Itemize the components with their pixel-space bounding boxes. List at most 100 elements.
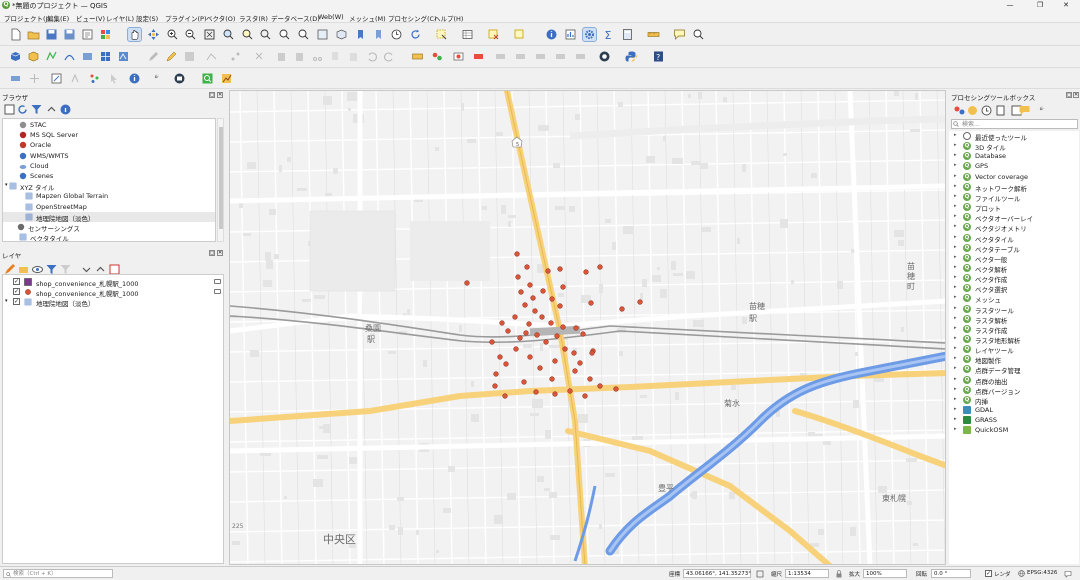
expand-arrow-icon[interactable]: ▸ [954,294,957,300]
toolbox-provider-item[interactable]: ▸ QuickOSM [949,425,1079,435]
cut-features-icon[interactable] [293,50,306,63]
add-selected-icon[interactable] [3,103,15,115]
menu-plugins[interactable]: プラグイン(P) [165,13,207,23]
rotation-field[interactable]: 0.0 ° [931,569,971,578]
info-icon[interactable] [128,72,141,85]
toolbox-provider-item[interactable]: ▸ Q ベクタ作成 [949,273,1079,284]
save-project-icon[interactable] [45,28,58,41]
edit-pencil-icon[interactable] [147,50,160,63]
convenience-store-point[interactable] [637,299,643,305]
refresh-icon[interactable] [409,28,422,41]
convenience-store-point[interactable] [499,320,505,326]
filter-legend-icon[interactable] [45,263,57,274]
scissors-icon[interactable] [311,50,324,63]
new-project-icon[interactable] [9,28,22,41]
scale-field[interactable]: 1:13534 [785,569,829,578]
expand-all-icon[interactable] [80,263,91,273]
add-group-icon[interactable] [17,263,28,273]
toolbox-provider-item[interactable]: ▸ GRASS [949,415,1079,425]
browser-item[interactable]: MS SQL Server [3,130,215,140]
comment-icon[interactable] [1018,104,1030,115]
expand-arrow-icon[interactable]: ▸ [954,416,957,422]
convenience-store-point[interactable] [573,325,579,331]
toolbox-provider-item[interactable]: ▸ Q 点群データ管理 [949,364,1079,375]
expand-arrow-icon[interactable]: ▾ [5,182,8,188]
style-manager-icon[interactable] [99,28,112,41]
toolbox-provider-item[interactable]: ▸ Q Database [949,151,1079,161]
convenience-store-point[interactable] [537,365,543,371]
float-layers-icon[interactable]: ◻ [209,250,215,256]
browser-item[interactable]: ▾ XYZ タイル [3,181,215,192]
qfield-search-icon[interactable] [201,72,214,85]
label-change-icon[interactable] [534,50,547,63]
toolbox-provider-item[interactable]: ▸ Q ラスタ作成 [949,324,1079,335]
convenience-store-point[interactable] [524,264,530,270]
convenience-store-point[interactable] [523,330,529,336]
temporal-clock-icon[interactable] [390,28,403,41]
convenience-store-point[interactable] [597,383,603,389]
expand-arrow-icon[interactable]: ▸ [954,244,957,250]
convenience-store-point[interactable] [532,308,538,314]
copy-features-icon[interactable] [329,50,342,63]
browser-scroll-thumb[interactable] [219,127,223,229]
toolbox-provider-item[interactable]: ▸ Q ファイルツール [949,192,1079,203]
browser-item[interactable]: OpenStreetMap [3,202,215,212]
expand-arrow-icon[interactable]: ▸ [954,223,957,229]
expand-arrow-icon[interactable]: ▸ [954,335,957,341]
browser-item[interactable]: センサーシングス [3,222,215,233]
render-checkbox[interactable]: ✓ [985,570,992,577]
expand-arrow-icon[interactable]: ▸ [954,132,957,138]
results-viewer-icon[interactable] [994,104,1005,116]
toolbox-options-icon[interactable] [1032,104,1044,115]
convenience-store-point[interactable] [554,333,560,339]
crs-globe-icon[interactable] [1018,570,1025,577]
pan-to-selection-icon[interactable] [147,28,160,41]
map-canvas[interactable]: 5 225 中央区 苗穂 駅 苗 穂 町 桑園 駅 豊平 菊水 東札幌 [229,90,946,565]
convenience-store-point[interactable] [526,321,532,327]
digitize-icon[interactable] [205,50,218,63]
layer-row[interactable]: ✓ shop_convenience_札幌駅_1000 [3,287,223,298]
menu-layer[interactable]: レイヤ(L) [106,13,134,23]
add-mesh-icon[interactable] [81,50,94,63]
new-geopackage-icon[interactable] [27,50,40,63]
expand-arrow-icon[interactable]: ▸ [954,254,957,260]
print-layout-icon[interactable] [81,28,94,41]
convenience-store-point[interactable] [548,320,554,326]
toolbox-provider-item[interactable]: ▸ Q ラスタ解析 [949,314,1079,325]
convenience-store-point[interactable] [518,289,524,295]
locator-search-input[interactable]: 検索（Ctrl + K） [3,569,113,578]
convenience-store-point[interactable] [557,266,563,272]
expand-arrow-icon[interactable]: ▸ [954,345,957,351]
snapping-icon[interactable] [69,72,82,85]
extent-icon[interactable] [756,570,764,578]
new-map-view-icon[interactable] [316,28,329,41]
expand-arrow-icon[interactable]: ▸ [954,183,957,189]
redo-icon[interactable] [383,50,396,63]
expand-arrow-icon[interactable]: ▸ [954,325,957,331]
maximize-button[interactable]: ❐ [1026,0,1054,11]
pin-labels-icon[interactable] [472,50,485,63]
convenience-store-point[interactable] [497,354,503,360]
scatter-points-icon[interactable] [88,72,101,85]
add-raster-icon[interactable] [63,50,76,63]
toolbox-provider-item[interactable]: ▸ Q ベクタ解析 [949,263,1079,274]
close-panel-icon[interactable]: ✕ [217,92,223,98]
select-features-icon[interactable] [435,28,448,41]
expand-arrow-icon[interactable]: ▸ [954,376,957,382]
menu-vector[interactable]: ベクタ(O) [206,13,235,23]
zoom-out-icon[interactable] [184,28,197,41]
annotation-icon[interactable] [692,28,705,41]
expand-arrow-icon[interactable]: ▸ [954,264,957,270]
gps-device-icon[interactable] [173,72,186,85]
statistics-panel-icon[interactable] [564,28,577,41]
python-console-icon[interactable] [625,50,638,63]
diagram-icon[interactable] [452,50,465,63]
expand-arrow-icon[interactable]: ▸ [954,162,957,168]
convenience-store-point[interactable] [597,264,603,270]
toolbox-provider-item[interactable]: ▸ Q メッシュ [949,293,1079,304]
sum-icon[interactable]: Σ [602,28,615,41]
map-tips-icon[interactable] [673,28,686,41]
toolbox-provider-item[interactable]: ▸ Q ネットワーク解析 [949,182,1079,193]
save-as-icon[interactable] [63,28,76,41]
menu-processing[interactable]: プロセシング(C) [388,13,437,23]
